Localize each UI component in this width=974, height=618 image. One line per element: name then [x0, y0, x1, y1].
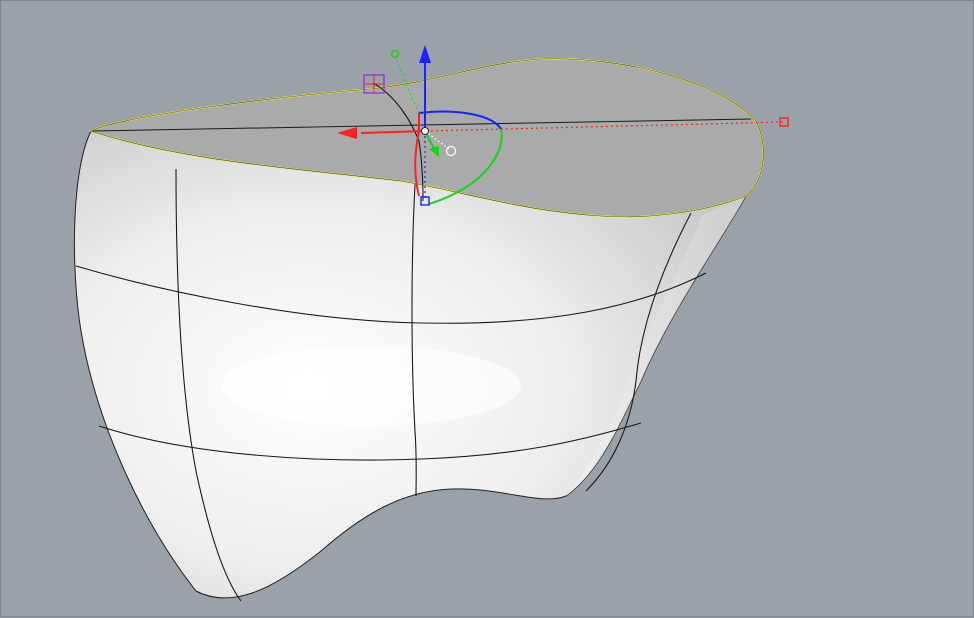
viewport-scene[interactable]	[1, 1, 974, 618]
move-z-arrow-icon[interactable]	[419, 45, 431, 63]
gumball-origin-icon[interactable]	[421, 127, 429, 135]
perspective-viewport[interactable]	[0, 0, 974, 617]
surface-highlight	[221, 346, 521, 426]
